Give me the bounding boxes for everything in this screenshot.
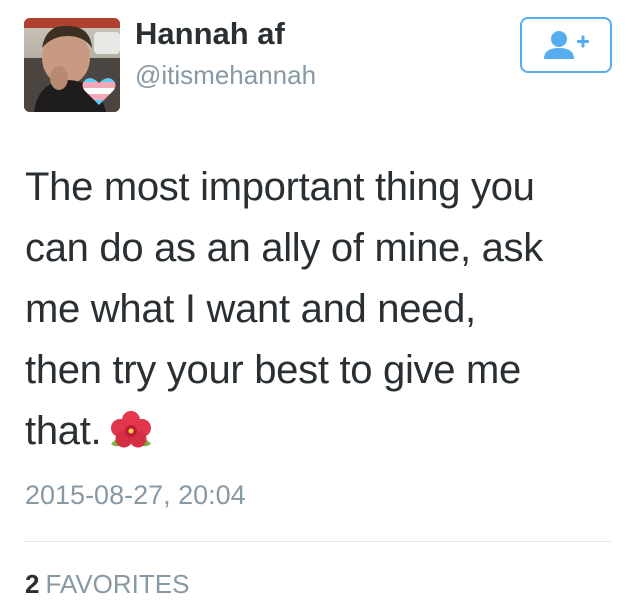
tweet-text: The most important thing you can do as a… bbox=[25, 157, 625, 462]
favorites-label: FAVORITES bbox=[45, 569, 190, 599]
add-user-icon bbox=[544, 31, 589, 59]
hibiscus-emoji-icon bbox=[111, 411, 152, 448]
tweet-line: can do as an ally of mine, ask bbox=[25, 226, 543, 270]
display-name[interactable]: Hannah af bbox=[135, 16, 285, 52]
divider bbox=[25, 541, 611, 542]
username-handle[interactable]: @itismehannah bbox=[135, 60, 316, 91]
tweet-line: me what I want and need, bbox=[25, 287, 476, 331]
favorites-stat[interactable]: 2 FAVORITES bbox=[25, 569, 189, 600]
tweet-line: that. bbox=[25, 409, 102, 453]
tweet-line-last: that. bbox=[25, 401, 625, 462]
avatar[interactable] bbox=[24, 18, 120, 112]
tweet-timestamp[interactable]: 2015-08-27, 20:04 bbox=[25, 480, 246, 511]
favorites-count: 2 bbox=[25, 569, 40, 599]
follow-button[interactable] bbox=[520, 17, 612, 73]
trans-flag-heart-icon bbox=[82, 78, 116, 105]
tweet-line: then try your best to give me bbox=[25, 348, 521, 392]
tweet-line: The most important thing you bbox=[25, 165, 535, 209]
